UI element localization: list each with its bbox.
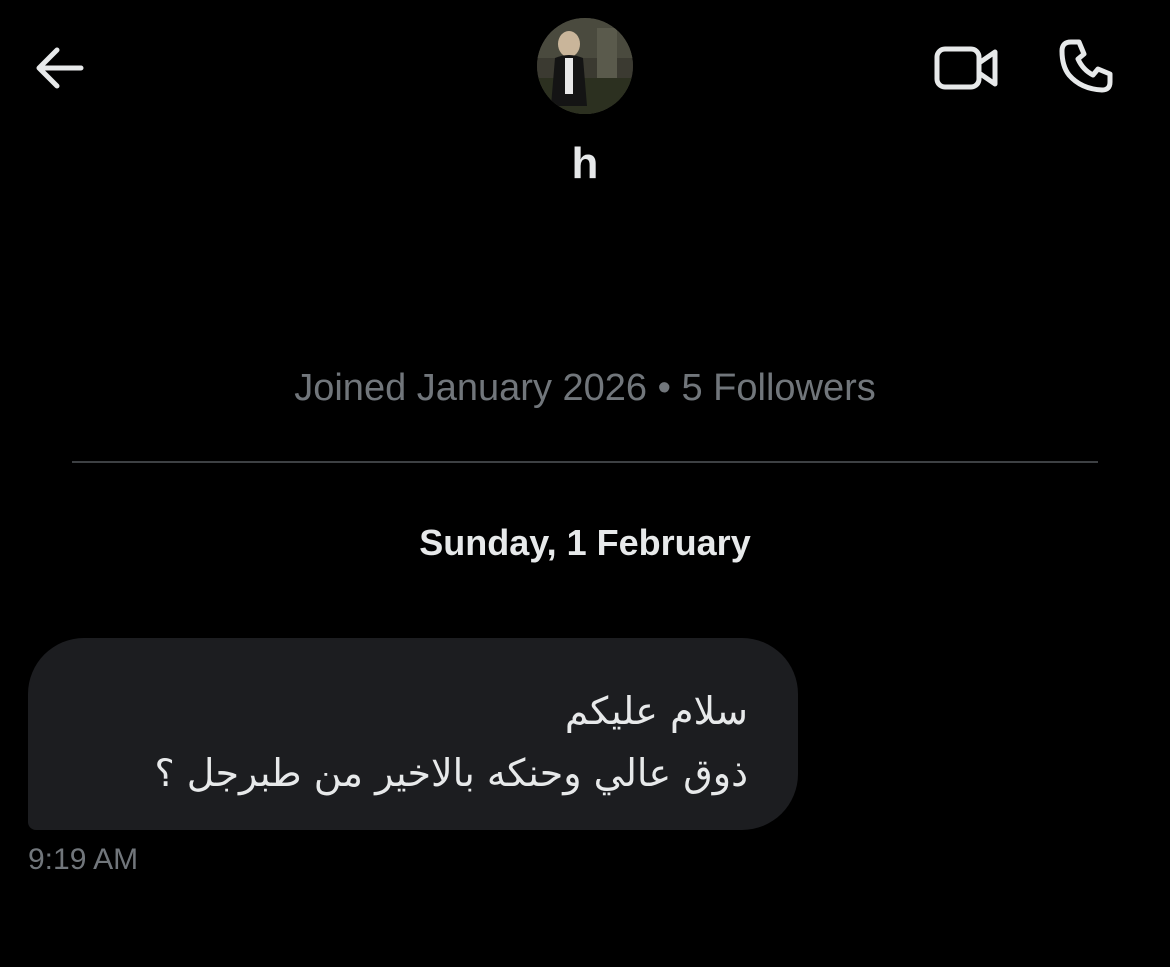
contact-name[interactable]: h	[0, 136, 1170, 192]
video-camera-icon	[934, 46, 998, 90]
voice-call-button[interactable]	[1052, 34, 1120, 98]
arrow-left-icon	[36, 47, 84, 89]
profile-joined-info: Joined January 2026 • 5 Followers	[294, 367, 876, 409]
back-button[interactable]	[28, 40, 88, 96]
message-text-line: ذوق عالي وحنكه بالاخير من طبرجل ؟	[154, 751, 748, 795]
avatar[interactable]	[537, 18, 633, 114]
video-call-button[interactable]	[928, 38, 1004, 98]
date-separator: Sunday, 1 February	[419, 522, 751, 563]
message-text-line: سلام عليكم	[564, 689, 748, 733]
divider	[72, 461, 1098, 463]
message-bubble[interactable]: سلام عليكم ذوق عالي وحنكه بالاخير من طبر…	[28, 638, 798, 830]
message-timestamp: 9:19 AM	[28, 843, 139, 876]
avatar-photo	[537, 18, 633, 114]
phone-icon	[1059, 39, 1113, 93]
conversation-header: h	[0, 0, 1170, 200]
